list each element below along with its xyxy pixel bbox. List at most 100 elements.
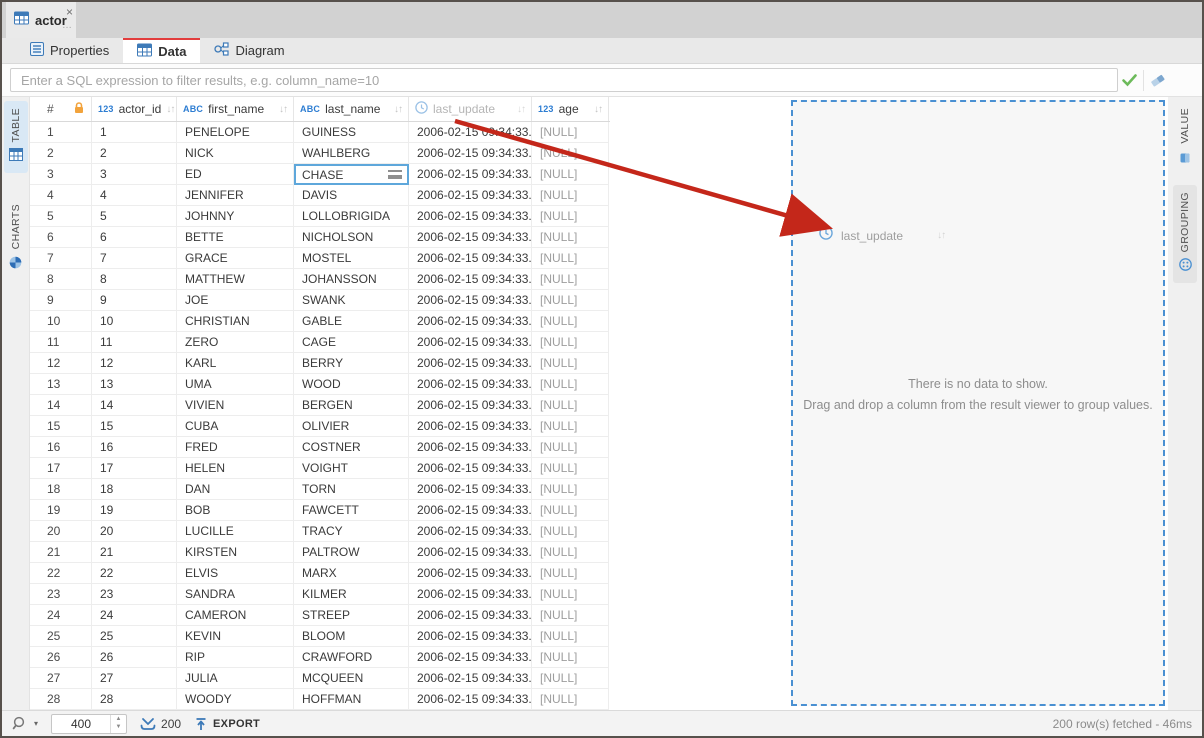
- rail-tab-table[interactable]: TABLE: [4, 101, 28, 173]
- column-header-age[interactable]: 123 age ↓↑: [532, 97, 609, 121]
- grid-cell[interactable]: 22: [92, 563, 177, 584]
- grid-cell[interactable]: 26: [92, 647, 177, 668]
- grid-cell[interactable]: NICK: [177, 143, 294, 164]
- grid-cell[interactable]: [NULL]: [532, 248, 609, 269]
- grid-cell[interactable]: [NULL]: [532, 626, 609, 647]
- grid-cell[interactable]: [NULL]: [532, 122, 609, 143]
- grid-cell[interactable]: 25: [30, 626, 92, 647]
- table-row[interactable]: 77GRACEMOSTEL2006-02-15 09:34:33.000[NUL…: [30, 248, 610, 269]
- grid-cell[interactable]: [NULL]: [532, 290, 609, 311]
- fetch-settings-button[interactable]: ▾: [12, 716, 38, 731]
- stepper-arrows[interactable]: ▲▼: [110, 715, 126, 733]
- grid-cell[interactable]: 2006-02-15 09:34:33.000: [409, 353, 532, 374]
- grid-cell[interactable]: 2006-02-15 09:34:33.000: [409, 437, 532, 458]
- grid-cell[interactable]: [NULL]: [532, 311, 609, 332]
- grid-cell[interactable]: [NULL]: [532, 143, 609, 164]
- grid-cell[interactable]: CUBA: [177, 416, 294, 437]
- apply-filter-check-icon[interactable]: [1121, 72, 1138, 93]
- column-header-last-name[interactable]: ABC last_name ↓↑: [294, 97, 409, 121]
- grid-cell[interactable]: [NULL]: [532, 689, 609, 710]
- grid-cell[interactable]: 25: [92, 626, 177, 647]
- grid-cell[interactable]: MATTHEW: [177, 269, 294, 290]
- grid-cell[interactable]: LOLLOBRIGIDA: [294, 206, 409, 227]
- eraser-icon[interactable]: [1149, 72, 1167, 93]
- grid-cell[interactable]: 2006-02-15 09:34:33.000: [409, 332, 532, 353]
- sort-arrows-icon[interactable]: ↓↑: [517, 104, 525, 115]
- grid-cell[interactable]: 16: [30, 437, 92, 458]
- grid-cell[interactable]: BERRY: [294, 353, 409, 374]
- grid-cell[interactable]: 9: [30, 290, 92, 311]
- grid-cell[interactable]: 16: [92, 437, 177, 458]
- rail-tab-grouping[interactable]: GROUPING: [1173, 185, 1197, 283]
- grid-cell[interactable]: 20: [30, 521, 92, 542]
- grid-cell[interactable]: KIRSTEN: [177, 542, 294, 563]
- table-row[interactable]: 2828WOODYHOFFMAN2006-02-15 09:34:33.000[…: [30, 689, 610, 710]
- table-row[interactable]: 22NICKWAHLBERG2006-02-15 09:34:33.000[NU…: [30, 143, 610, 164]
- table-row[interactable]: 33EDCHASE2006-02-15 09:34:33.000[NULL]: [30, 164, 610, 185]
- grid-cell[interactable]: 19: [92, 500, 177, 521]
- grid-cell[interactable]: 15: [92, 416, 177, 437]
- grid-cell[interactable]: JULIA: [177, 668, 294, 689]
- grid-cell[interactable]: 2006-02-15 09:34:33.000: [409, 605, 532, 626]
- grid-cell[interactable]: BETTE: [177, 227, 294, 248]
- grid-cell[interactable]: SWANK: [294, 290, 409, 311]
- table-row[interactable]: 1414VIVIENBERGEN2006-02-15 09:34:33.000[…: [30, 395, 610, 416]
- grid-cell[interactable]: ELVIS: [177, 563, 294, 584]
- grid-cell[interactable]: 11: [92, 332, 177, 353]
- grid-cell[interactable]: 2006-02-15 09:34:33.000: [409, 374, 532, 395]
- grid-cell[interactable]: 2006-02-15 09:34:33.000: [409, 500, 532, 521]
- grid-cell[interactable]: 4: [92, 185, 177, 206]
- grid-cell[interactable]: 13: [30, 374, 92, 395]
- grid-cell[interactable]: DAVIS: [294, 185, 409, 206]
- grid-cell[interactable]: [NULL]: [532, 668, 609, 689]
- grid-cell[interactable]: SANDRA: [177, 584, 294, 605]
- grid-cell[interactable]: [NULL]: [532, 395, 609, 416]
- grid-cell[interactable]: 2006-02-15 09:34:33.000: [409, 521, 532, 542]
- grid-cell[interactable]: 12: [30, 353, 92, 374]
- grid-cell[interactable]: 18: [30, 479, 92, 500]
- table-row[interactable]: 1818DANTORN2006-02-15 09:34:33.000[NULL]: [30, 479, 610, 500]
- grid-cell[interactable]: 2006-02-15 09:34:33.000: [409, 269, 532, 290]
- grid-cell[interactable]: 10: [92, 311, 177, 332]
- grid-cell[interactable]: 1: [92, 122, 177, 143]
- table-row[interactable]: 2121KIRSTENPALTROW2006-02-15 09:34:33.00…: [30, 542, 610, 563]
- table-row[interactable]: 1313UMAWOOD2006-02-15 09:34:33.000[NULL]: [30, 374, 610, 395]
- grid-cell[interactable]: 5: [92, 206, 177, 227]
- grid-cell[interactable]: HELEN: [177, 458, 294, 479]
- grid-cell[interactable]: 8: [30, 269, 92, 290]
- grid-cell[interactable]: MARX: [294, 563, 409, 584]
- grid-cell[interactable]: 4: [30, 185, 92, 206]
- grid-cell[interactable]: WOOD: [294, 374, 409, 395]
- row-header-column[interactable]: #: [30, 97, 92, 121]
- grid-cell[interactable]: PENELOPE: [177, 122, 294, 143]
- grid-cell[interactable]: 2006-02-15 09:34:33.000: [409, 290, 532, 311]
- grid-cell[interactable]: [NULL]: [532, 521, 609, 542]
- grid-cell[interactable]: BLOOM: [294, 626, 409, 647]
- grid-cell[interactable]: 2006-02-15 09:34:33.000: [409, 227, 532, 248]
- grid-cell[interactable]: STREEP: [294, 605, 409, 626]
- grid-cell[interactable]: 7: [30, 248, 92, 269]
- grid-cell[interactable]: 2006-02-15 09:34:33.000: [409, 122, 532, 143]
- grid-cell[interactable]: 20: [92, 521, 177, 542]
- grid-cell[interactable]: 2006-02-15 09:34:33.000: [409, 479, 532, 500]
- grid-cell[interactable]: 8: [92, 269, 177, 290]
- grid-cell[interactable]: CHASE: [294, 164, 409, 185]
- grid-cell[interactable]: CHRISTIAN: [177, 311, 294, 332]
- grid-cell[interactable]: 1: [30, 122, 92, 143]
- grid-cell[interactable]: JENNIFER: [177, 185, 294, 206]
- grid-cell[interactable]: 17: [30, 458, 92, 479]
- grid-cell[interactable]: COSTNER: [294, 437, 409, 458]
- fetch-next-segment-button[interactable]: 200: [140, 717, 181, 731]
- grid-cell[interactable]: 24: [92, 605, 177, 626]
- table-row[interactable]: 99JOESWANK2006-02-15 09:34:33.000[NULL]: [30, 290, 610, 311]
- grid-cell[interactable]: 6: [30, 227, 92, 248]
- grid-cell[interactable]: 19: [30, 500, 92, 521]
- grid-cell[interactable]: CAMERON: [177, 605, 294, 626]
- column-header-first-name[interactable]: ABC first_name ↓↑: [177, 97, 294, 121]
- table-row[interactable]: 1919BOBFAWCETT2006-02-15 09:34:33.000[NU…: [30, 500, 610, 521]
- grid-cell[interactable]: PALTROW: [294, 542, 409, 563]
- grid-cell[interactable]: 27: [30, 668, 92, 689]
- grid-cell[interactable]: 24: [30, 605, 92, 626]
- grid-cell[interactable]: HOFFMAN: [294, 689, 409, 710]
- grid-cell[interactable]: 26: [30, 647, 92, 668]
